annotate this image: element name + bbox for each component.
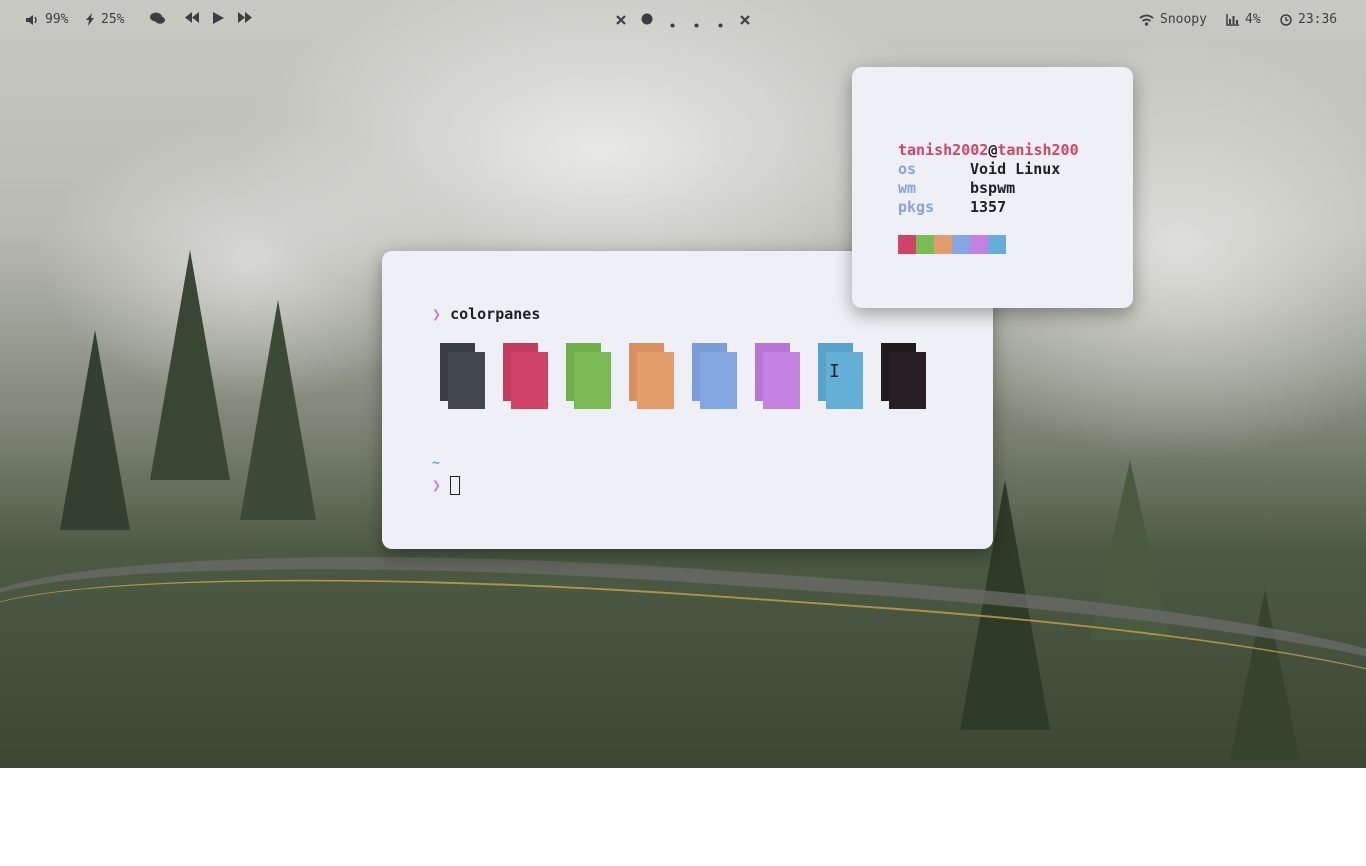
wifi-icon	[1139, 14, 1154, 26]
cpu-usage: 4%	[1245, 12, 1261, 27]
color-pane	[503, 343, 549, 410]
current-directory: ~	[432, 456, 440, 471]
bar-chart-icon	[1226, 13, 1239, 26]
color-swatch	[916, 235, 934, 254]
workspace-4[interactable]	[694, 17, 699, 32]
media-next-button[interactable]	[238, 12, 252, 23]
command-text: colorpanes	[450, 305, 541, 323]
color-swatch	[952, 235, 970, 254]
color-pane-front	[700, 352, 737, 409]
color-pane	[755, 343, 801, 410]
play-icon	[213, 12, 224, 24]
color-pane-front	[448, 352, 485, 409]
input-prompt[interactable]: ❯	[432, 476, 441, 494]
prompt-symbol: ❯	[432, 305, 442, 323]
color-swatch	[988, 235, 1006, 254]
color-pane	[818, 343, 864, 410]
wifi-network-name: Snoopy	[1160, 12, 1207, 27]
color-pane	[692, 343, 738, 410]
chat-bubbles-icon	[150, 12, 166, 25]
workspace-3[interactable]	[670, 17, 675, 32]
workspace-1[interactable]	[616, 14, 626, 29]
color-swatches	[898, 235, 1006, 254]
volume-module[interactable]: 99%	[25, 12, 68, 27]
command-line: ❯ colorpanes	[432, 305, 540, 323]
clock-module[interactable]: 23:36	[1280, 12, 1337, 27]
volume-level: 99%	[45, 12, 69, 27]
prompt-symbol: ❯	[432, 476, 442, 494]
username: tanish2002	[898, 141, 989, 159]
close-x-icon	[740, 14, 750, 29]
color-pane-front	[763, 352, 800, 409]
fetch-value: 1357	[970, 198, 1007, 216]
dot-icon	[694, 17, 699, 32]
color-pane-front	[511, 352, 548, 409]
clock-time: 23:36	[1298, 12, 1338, 27]
notifications-button[interactable]	[150, 12, 166, 25]
battery-level: 25%	[101, 12, 125, 27]
color-swatch	[898, 235, 916, 254]
wifi-module[interactable]: Snoopy	[1139, 12, 1207, 27]
workspace-6[interactable]	[740, 14, 750, 29]
user-host-line: tanish2002@tanish200	[898, 141, 1079, 159]
dot-icon	[670, 17, 675, 32]
volume-icon	[25, 14, 39, 26]
color-pane-front	[574, 352, 611, 409]
fetch-row-pkgs: pkgs 1357	[898, 198, 1006, 216]
color-pane	[881, 343, 927, 410]
fetch-row-wm: wm bspwm	[898, 179, 1015, 197]
color-pane	[440, 343, 486, 410]
cpu-module[interactable]: 4%	[1226, 12, 1261, 27]
fetch-key: os	[898, 160, 917, 178]
color-pane	[629, 343, 675, 410]
close-x-icon	[616, 14, 626, 29]
dot-icon	[718, 17, 723, 32]
wallpaper-tree	[60, 330, 130, 530]
at-symbol: @	[988, 141, 998, 159]
fast-forward-icon	[238, 12, 252, 23]
fetch-value: Void Linux	[970, 160, 1061, 178]
fetch-window[interactable]: tanish2002@tanish200 os Void Linux wm bspw…	[852, 67, 1133, 308]
color-swatch	[934, 235, 952, 254]
workspace-2-active[interactable]	[641, 13, 653, 29]
color-pane-front	[889, 352, 926, 409]
fetch-key: wm	[898, 179, 917, 197]
filled-circle-icon	[641, 13, 653, 29]
terminal-cursor	[450, 476, 460, 495]
battery-module[interactable]: 25%	[86, 12, 124, 27]
clock-icon	[1280, 13, 1292, 26]
color-pane	[566, 343, 612, 410]
workspace-5[interactable]	[718, 17, 723, 32]
wallpaper-tree	[240, 300, 316, 520]
fetch-key: pkgs	[898, 198, 935, 216]
color-pane-front	[637, 352, 674, 409]
wallpaper-tree	[150, 250, 230, 480]
fetch-value: bspwm	[970, 179, 1016, 197]
media-play-button[interactable]	[213, 12, 224, 24]
fetch-row-os: os Void Linux	[898, 160, 1060, 178]
hostname: tanish200	[997, 141, 1079, 159]
text-cursor-icon: I	[829, 361, 840, 382]
lightning-icon	[86, 13, 95, 26]
color-swatch	[970, 235, 988, 254]
rewind-icon	[185, 12, 199, 23]
media-previous-button[interactable]	[185, 12, 199, 23]
top-bar: 99% 25% Snoopy 4% 23:36	[0, 0, 1366, 40]
